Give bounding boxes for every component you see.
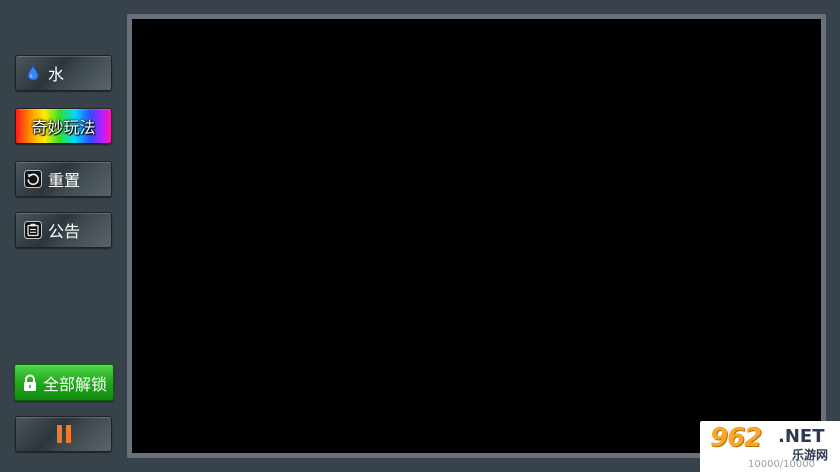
pause-button[interactable] bbox=[15, 416, 112, 452]
water-label: 水 bbox=[48, 65, 65, 84]
notice-button[interactable]: 公告 bbox=[15, 212, 112, 248]
clipboard-icon bbox=[24, 221, 42, 239]
notice-label: 公告 bbox=[48, 222, 81, 241]
watermark-net: .NET bbox=[778, 426, 825, 447]
site-watermark: 962 .NET 乐游网 10000/10000 bbox=[700, 421, 840, 472]
simulation-canvas[interactable] bbox=[132, 19, 821, 453]
reset-icon bbox=[24, 170, 42, 188]
particle-counter: 10000/10000 bbox=[748, 459, 815, 470]
reset-button[interactable]: 重置 bbox=[15, 161, 112, 197]
magic-play-label: 奇妙玩法 bbox=[31, 118, 96, 137]
watermark-logo: 962 bbox=[710, 423, 762, 453]
reset-label: 重置 bbox=[48, 171, 81, 190]
sandbox-app: 水 奇妙玩法 重置 公告 全部解锁 962 .NET 乐游网 10000/100… bbox=[0, 0, 840, 472]
unlock-all-label: 全部解锁 bbox=[42, 374, 107, 394]
water-drop-icon bbox=[24, 64, 42, 82]
magic-play-button[interactable]: 奇妙玩法 bbox=[15, 108, 112, 144]
lock-icon bbox=[21, 374, 39, 392]
unlock-all-button[interactable]: 全部解锁 bbox=[14, 364, 114, 401]
pause-icon bbox=[55, 425, 73, 443]
simulation-canvas-frame bbox=[127, 14, 826, 458]
water-element-button[interactable]: 水 bbox=[15, 55, 112, 91]
